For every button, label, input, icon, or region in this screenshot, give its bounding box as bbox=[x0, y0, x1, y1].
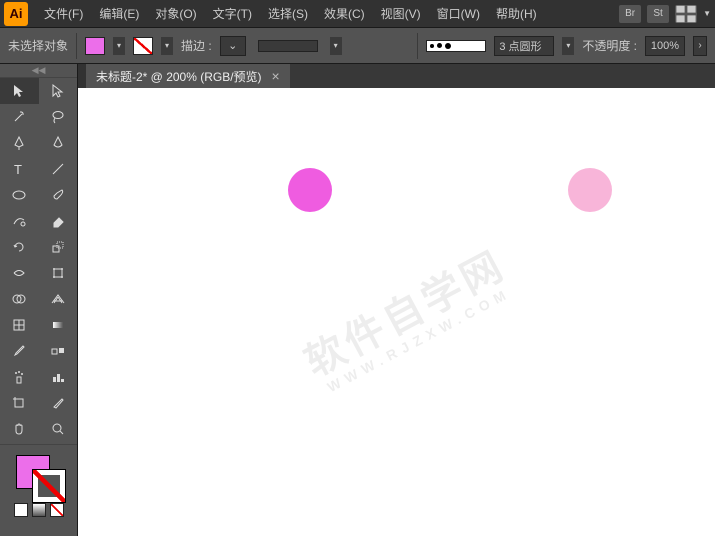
menu-select[interactable]: 选择(S) bbox=[260, 1, 316, 26]
document-tab-title: 未标题-2* @ 200% (RGB/预览) bbox=[96, 68, 262, 85]
curvature-tool[interactable] bbox=[39, 130, 78, 156]
menu-bar: Ai 文件(F) 编辑(E) 对象(O) 文字(T) 选择(S) 效果(C) 视… bbox=[0, 0, 715, 28]
shape-builder-tool[interactable] bbox=[0, 286, 39, 312]
none-mode-swatch[interactable] bbox=[50, 503, 64, 517]
opacity-input[interactable] bbox=[645, 36, 685, 56]
opacity-chevron[interactable]: › bbox=[693, 36, 707, 56]
rotate-tool[interactable] bbox=[0, 234, 39, 260]
stroke-weight-select[interactable]: ⌄ bbox=[220, 36, 246, 56]
document-tab[interactable]: 未标题-2* @ 200% (RGB/预览) × bbox=[86, 64, 290, 88]
selection-tool[interactable] bbox=[0, 78, 39, 104]
shaper-tool[interactable] bbox=[0, 208, 39, 234]
gradient-mode-swatch[interactable] bbox=[32, 503, 46, 517]
menu-window[interactable]: 窗口(W) bbox=[429, 1, 488, 26]
stroke-dropdown[interactable]: ▾ bbox=[161, 37, 173, 55]
menu-type[interactable]: 文字(T) bbox=[205, 1, 260, 26]
blend-tool[interactable] bbox=[39, 338, 78, 364]
brush-definition-preview[interactable] bbox=[426, 40, 486, 52]
type-tool[interactable]: T bbox=[0, 156, 39, 182]
brush-dropdown[interactable]: ▾ bbox=[562, 37, 574, 55]
artboard-tool[interactable] bbox=[0, 390, 39, 416]
bridge-icon[interactable]: Br bbox=[619, 5, 641, 23]
panel-handle-icon[interactable]: ◀◀ bbox=[0, 64, 77, 78]
document-tab-bar: 未标题-2* @ 200% (RGB/预览) × bbox=[78, 64, 715, 88]
width-tool[interactable] bbox=[0, 260, 39, 286]
close-icon[interactable]: × bbox=[272, 68, 280, 84]
selection-status: 未选择对象 bbox=[8, 37, 68, 54]
column-graph-tool[interactable] bbox=[39, 364, 78, 390]
slice-tool[interactable] bbox=[39, 390, 78, 416]
menu-help[interactable]: 帮助(H) bbox=[488, 1, 545, 26]
perspective-grid-tool[interactable] bbox=[39, 286, 78, 312]
tools-panel: ◀◀ T bbox=[0, 64, 78, 536]
menu-edit[interactable]: 编辑(E) bbox=[91, 1, 147, 26]
watermark: 软件自学网 WWW.RJZXW.COM bbox=[298, 243, 520, 399]
lasso-tool[interactable] bbox=[39, 104, 78, 130]
canvas[interactable]: 软件自学网 WWW.RJZXW.COM bbox=[78, 88, 715, 536]
shape-circle-1[interactable] bbox=[288, 168, 332, 212]
paintbrush-tool[interactable] bbox=[39, 182, 78, 208]
eraser-tool[interactable] bbox=[39, 208, 78, 234]
mesh-tool[interactable] bbox=[0, 312, 39, 338]
control-bar: 未选择对象 ▾ ▾ 描边 : ⌄ ▾ 3 点圆形 ▾ 不透明度 : › bbox=[0, 28, 715, 64]
magic-wand-tool[interactable] bbox=[0, 104, 39, 130]
menu-view[interactable]: 视图(V) bbox=[373, 1, 429, 26]
stroke-color-swatch[interactable] bbox=[133, 37, 153, 55]
opacity-label: 不透明度 : bbox=[582, 37, 637, 54]
zoom-tool[interactable] bbox=[39, 416, 78, 442]
chevron-down-icon[interactable]: ▼ bbox=[703, 9, 711, 18]
free-transform-tool[interactable] bbox=[39, 260, 78, 286]
fill-stroke-indicator[interactable] bbox=[0, 447, 77, 503]
scale-tool[interactable] bbox=[39, 234, 78, 260]
stroke-profile-dropdown[interactable]: ▾ bbox=[330, 37, 342, 55]
menu-file[interactable]: 文件(F) bbox=[36, 1, 91, 26]
menu-object[interactable]: 对象(O) bbox=[147, 1, 204, 26]
gradient-tool[interactable] bbox=[39, 312, 78, 338]
stroke-label: 描边 : bbox=[181, 37, 212, 54]
color-mode-swatch[interactable] bbox=[14, 503, 28, 517]
stroke-indicator[interactable] bbox=[32, 469, 66, 503]
stock-icon[interactable]: St bbox=[647, 5, 669, 23]
shape-circle-2[interactable] bbox=[568, 168, 612, 212]
stroke-profile-preview[interactable] bbox=[258, 40, 318, 52]
direct-selection-tool[interactable] bbox=[39, 78, 78, 104]
workspace-switcher-icon[interactable] bbox=[675, 5, 697, 23]
ellipse-tool[interactable] bbox=[0, 182, 39, 208]
hand-tool[interactable] bbox=[0, 416, 39, 442]
svg-text:T: T bbox=[14, 162, 22, 177]
eyedropper-tool[interactable] bbox=[0, 338, 39, 364]
fill-color-swatch[interactable] bbox=[85, 37, 105, 55]
symbol-sprayer-tool[interactable] bbox=[0, 364, 39, 390]
brush-definition-select[interactable]: 3 点圆形 bbox=[494, 36, 554, 56]
pen-tool[interactable] bbox=[0, 130, 39, 156]
app-icon: Ai bbox=[4, 2, 28, 26]
line-segment-tool[interactable] bbox=[39, 156, 78, 182]
fill-dropdown[interactable]: ▾ bbox=[113, 37, 125, 55]
menu-effect[interactable]: 效果(C) bbox=[316, 1, 373, 26]
